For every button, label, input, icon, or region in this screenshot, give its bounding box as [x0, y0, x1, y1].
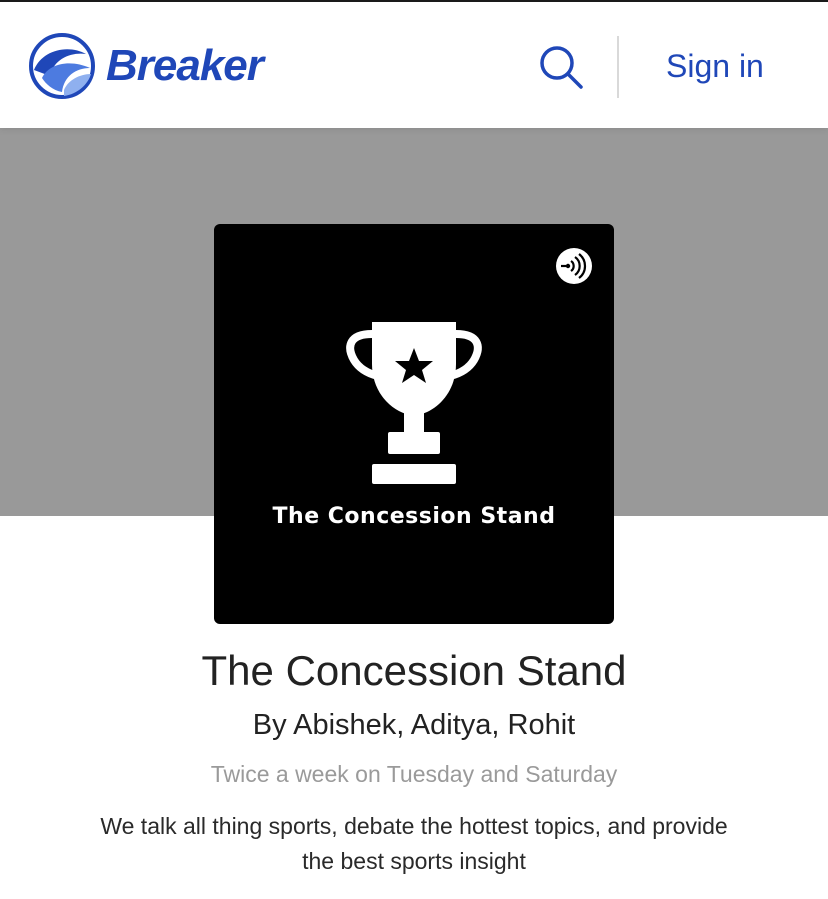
- podcast-schedule: Twice a week on Tuesday and Saturday: [210, 761, 618, 787]
- podcast-badge: [556, 248, 592, 284]
- sign-in-link[interactable]: Sign in: [666, 46, 764, 86]
- podcast-cover-art: The Concession Stand: [214, 224, 614, 624]
- breaker-wave-icon: [29, 33, 95, 99]
- search-button[interactable]: [536, 42, 586, 92]
- cover-art-title: The Concession Stand: [272, 504, 556, 529]
- trophy-icon: [346, 322, 482, 484]
- logo-wordmark: Breaker: [106, 41, 264, 90]
- podcast-broadcast-icon: [561, 253, 587, 279]
- header-divider: [617, 36, 619, 98]
- podcast-description: We talk all thing sports, debate the hot…: [100, 813, 728, 874]
- search-icon: [540, 46, 583, 89]
- podcast-title: The Concession Stand: [201, 647, 627, 694]
- top-header: Breaker Sign in: [0, 0, 828, 128]
- podcast-authors: By Abishek, Aditya, Rohit: [252, 709, 576, 741]
- breaker-logo[interactable]: Breaker: [28, 32, 264, 100]
